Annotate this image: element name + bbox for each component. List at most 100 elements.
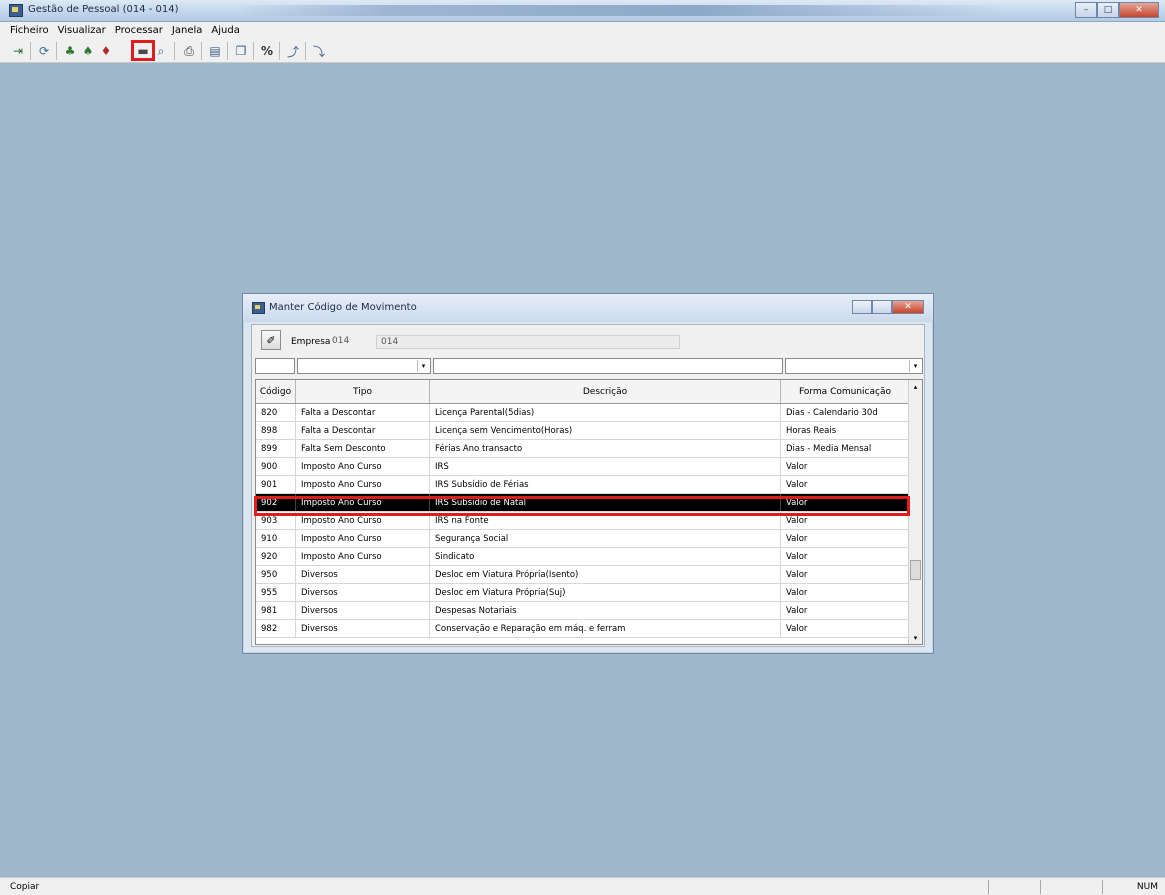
cell-tipo: Falta a Descontar [296, 422, 430, 439]
filter-codigo-input[interactable] [255, 358, 295, 374]
column-header-codigo[interactable]: Código [256, 380, 296, 403]
table-row[interactable]: 901 Imposto Ano Curso IRS Subsídio de Fé… [256, 476, 910, 494]
dialog-maximize-button[interactable] [872, 300, 892, 314]
percent-icon[interactable]: % [259, 43, 275, 59]
filter-descricao-input[interactable] [433, 358, 783, 374]
print-icon[interactable]: ⎙ [181, 43, 197, 59]
table-row[interactable]: 981 Diversos Despesas Notariais Valor [256, 602, 910, 620]
dialog-minimize-button[interactable] [852, 300, 872, 314]
menu-processar[interactable]: Processar [115, 25, 163, 36]
cell-forma: Dias - Calendario 30d [781, 404, 910, 421]
filter-tipo-select[interactable]: ▾ [297, 358, 431, 374]
clear-filter-button[interactable]: ✐ [261, 330, 281, 350]
menu-janela[interactable]: Janela [172, 25, 202, 36]
cell-codigo: 900 [256, 458, 296, 475]
report-icon[interactable]: ▤ [207, 43, 223, 59]
toolbar-separator [305, 42, 306, 60]
exit-icon[interactable]: ⇥ [10, 43, 26, 59]
table-row[interactable]: 920 Imposto Ano Curso Sindicato Valor [256, 548, 910, 566]
movement-code-dialog: Manter Código de Movimento ✕ ✐ Empresa 0… [242, 293, 934, 654]
cell-descricao: Conservação e Reparação em máq. e ferram [430, 620, 781, 637]
app-title: Gestão de Pessoal (014 - 014) [28, 4, 179, 15]
menu-ficheiro[interactable]: Ficheiro [10, 25, 49, 36]
minimize-button[interactable]: – [1075, 2, 1097, 18]
cell-tipo: Imposto Ano Curso [296, 476, 430, 493]
table-scrollbar[interactable]: ▴ ▾ [908, 380, 922, 644]
cell-descricao: Desloc em Viatura Própria(Isento) [430, 566, 781, 583]
cell-tipo: Imposto Ano Curso [296, 530, 430, 547]
column-header-tipo[interactable]: Tipo [296, 380, 430, 403]
close-button[interactable]: ✕ [1119, 2, 1159, 18]
cell-codigo: 950 [256, 566, 296, 583]
cell-descricao: IRS [430, 458, 781, 475]
cell-forma: Valor [781, 458, 910, 475]
table-row[interactable]: 950 Diversos Desloc em Viatura Própria(I… [256, 566, 910, 584]
import-icon[interactable]: ⤵ [311, 43, 327, 59]
cell-codigo: 920 [256, 548, 296, 565]
cell-codigo: 981 [256, 602, 296, 619]
cell-descricao: Desloc em Viatura Própria(Suj) [430, 584, 781, 601]
cell-tipo: Diversos [296, 584, 430, 601]
scroll-down-icon[interactable]: ▾ [909, 631, 922, 644]
column-header-descricao[interactable]: Descrição [430, 380, 781, 403]
table-row[interactable]: 820 Falta a Descontar Licença Parental(5… [256, 404, 910, 422]
filter-forma-select[interactable]: ▾ [785, 358, 923, 374]
search-icon[interactable]: ⌕ [153, 43, 169, 59]
table-row[interactable]: 898 Falta a Descontar Licença sem Vencim… [256, 422, 910, 440]
dialog-window-controls: ✕ [852, 300, 924, 314]
edit-employee-icon[interactable]: ♠ [80, 43, 96, 59]
table-header: Código Tipo Descrição Forma Comunicação [256, 380, 910, 404]
toolbar-separator [30, 42, 31, 60]
toolbar-separator [253, 42, 254, 60]
table-row[interactable]: 900 Imposto Ano Curso IRS Valor [256, 458, 910, 476]
cell-forma: Dias - Media Mensal [781, 440, 910, 457]
cell-descricao: Férias Ano transacto [430, 440, 781, 457]
chevron-down-icon[interactable]: ▾ [417, 360, 429, 372]
scrollbar-thumb[interactable] [910, 560, 921, 580]
status-pane [1040, 880, 1102, 894]
cell-tipo: Imposto Ano Curso [296, 548, 430, 565]
toolbar-separator [279, 42, 280, 60]
delete-employee-icon[interactable]: ♦ [98, 43, 114, 59]
cell-forma: Valor [781, 548, 910, 565]
window-icon[interactable]: ❐ [233, 43, 249, 59]
dialog-close-button[interactable]: ✕ [892, 300, 924, 314]
cell-tipo: Falta Sem Desconto [296, 440, 430, 457]
status-pane [988, 880, 1040, 894]
chevron-down-icon[interactable]: ▾ [909, 360, 921, 372]
empresa-name-field: 014 [376, 335, 680, 349]
cell-codigo: 898 [256, 422, 296, 439]
table-row[interactable]: 910 Imposto Ano Curso Segurança Social V… [256, 530, 910, 548]
dialog-title-bar: Manter Código de Movimento ✕ [243, 294, 933, 322]
cell-tipo: Diversos [296, 566, 430, 583]
app-title-bar: Gestão de Pessoal (014 - 014) – □ ✕ [0, 0, 1165, 22]
menu-visualizar[interactable]: Visualizar [58, 25, 106, 36]
cell-tipo: Diversos [296, 620, 430, 637]
window-controls: – □ ✕ [1075, 2, 1159, 18]
toolbar-separator [227, 42, 228, 60]
table-row[interactable]: 982 Diversos Conservação e Reparação em … [256, 620, 910, 638]
cell-codigo: 899 [256, 440, 296, 457]
maximize-button[interactable]: □ [1097, 2, 1119, 18]
cell-forma: Valor [781, 476, 910, 493]
empresa-label: Empresa [291, 337, 331, 347]
table-row[interactable]: 899 Falta Sem Desconto Férias Ano transa… [256, 440, 910, 458]
cell-codigo: 955 [256, 584, 296, 601]
refresh-icon[interactable]: ⟳ [36, 43, 52, 59]
cell-forma: Valor [781, 530, 910, 547]
export-icon[interactable]: ⤴ [285, 43, 301, 59]
cell-forma: Valor [781, 566, 910, 583]
dialog-title: Manter Código de Movimento [269, 302, 417, 313]
cell-forma: Valor [781, 602, 910, 619]
cell-forma: Horas Reais [781, 422, 910, 439]
cell-descricao: Segurança Social [430, 530, 781, 547]
scroll-up-icon[interactable]: ▴ [909, 380, 922, 393]
column-header-forma[interactable]: Forma Comunicação [781, 380, 910, 403]
status-message: Copiar [10, 882, 40, 892]
add-employee-icon[interactable]: ♣ [62, 43, 78, 59]
dialog-body: ✐ Empresa 014 014 ▾ ▾ Código Tipo Descri… [251, 324, 925, 647]
table-row[interactable]: 955 Diversos Desloc em Viatura Própria(S… [256, 584, 910, 602]
menu-ajuda[interactable]: Ajuda [211, 25, 239, 36]
cell-forma: Valor [781, 584, 910, 601]
empresa-code-field: 014 [332, 336, 350, 346]
